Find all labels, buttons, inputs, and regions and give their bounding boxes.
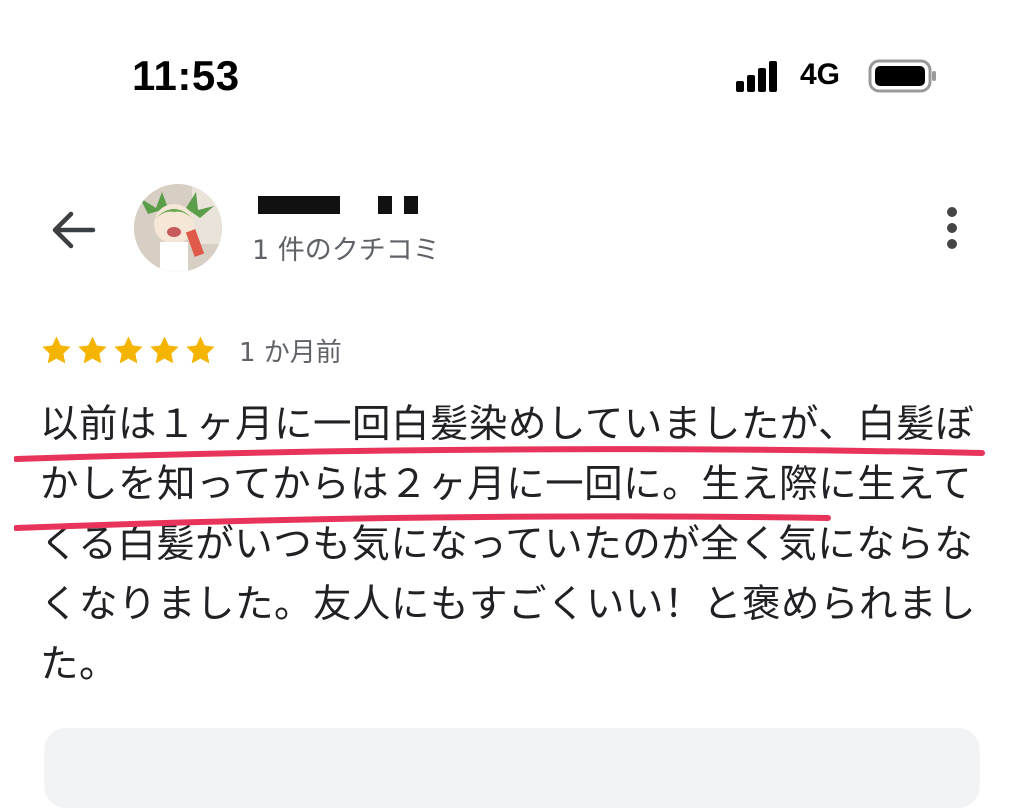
review-relative-time: 1 か月前 [239, 337, 342, 368]
status-bar: 11:53 4G [0, 0, 1024, 150]
star-icon [186, 335, 215, 363]
network-type: 4G [800, 58, 841, 91]
reviewer-header: 1 件のクチコミ [0, 170, 1024, 290]
reviewer-review-count: 1 件のクチコミ [252, 235, 440, 266]
back-arrow-icon [52, 211, 96, 249]
response-card [44, 728, 980, 808]
highlight-underline-1 [14, 446, 985, 462]
more-options-button[interactable] [930, 198, 974, 258]
star-icon [78, 335, 107, 363]
battery-icon [868, 59, 936, 93]
star-rating [40, 334, 217, 367]
star-icon [150, 335, 179, 363]
review-text: 以前は１ヶ月に一回白髪染めしていましたが、白髪ぼかしを知ってからは２ヶ月に一回に… [40, 402, 977, 687]
rating-row: 1 か月前 [40, 328, 342, 372]
avatar[interactable] [134, 184, 222, 272]
signal-bars-icon [736, 60, 786, 92]
highlight-underline-2 [14, 513, 831, 531]
more-vert-icon [947, 207, 957, 249]
status-time: 11:53 [132, 52, 240, 99]
back-button[interactable] [44, 200, 104, 260]
star-icon [114, 335, 143, 363]
star-icon [42, 335, 71, 363]
reviewer-name-redacted[interactable] [252, 196, 452, 220]
avatar-illustration [134, 184, 222, 272]
